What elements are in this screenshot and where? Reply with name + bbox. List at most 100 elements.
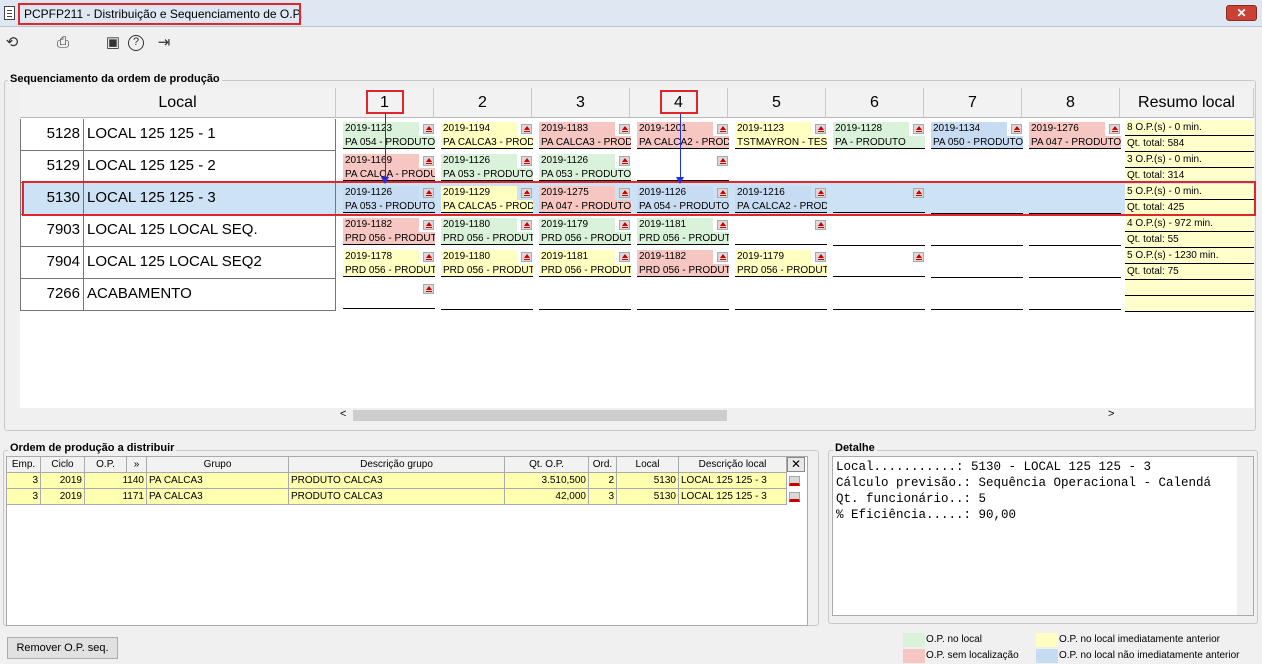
eject-icon[interactable]	[619, 124, 630, 134]
eject-icon[interactable]	[815, 124, 826, 134]
help-icon[interactable]: ?	[128, 35, 144, 51]
empty-slot[interactable]	[833, 309, 925, 310]
row-code[interactable]: 7904	[20, 247, 84, 279]
empty-slot[interactable]	[1029, 277, 1121, 278]
detail-text[interactable]: Local...........: 5130 - LOCAL 125 125 -…	[832, 456, 1254, 616]
op-cell[interactable]	[343, 280, 435, 310]
header-col-3[interactable]: 3	[532, 88, 630, 118]
grid-header[interactable]: »	[127, 457, 147, 473]
eject-icon[interactable]	[521, 220, 532, 230]
close-button[interactable]: ✕	[1226, 5, 1257, 21]
op-cell[interactable]: 2019-1180 PRD 056 - PRODUTO	[441, 248, 533, 278]
header-col-7[interactable]: 7	[924, 88, 1022, 118]
detail-vertical-scrollbar[interactable]	[1237, 457, 1253, 615]
eject-icon[interactable]	[815, 220, 826, 230]
grid-header[interactable]: Emp.	[7, 457, 41, 473]
row-name[interactable]: LOCAL 125 125 - 2	[84, 151, 336, 183]
grid-cell[interactable]: PRODUTO CALCA3	[289, 473, 505, 489]
eject-icon[interactable]	[423, 284, 434, 294]
op-cell[interactable]: 2019-1178 PRD 056 - PRODUTO	[343, 248, 435, 278]
grid-cell[interactable]: 42,000	[505, 489, 589, 505]
op-cell[interactable]: 2019-1181 PRD 056 - PRODUTO	[637, 216, 729, 246]
grid-cell[interactable]: 2019	[41, 473, 85, 489]
op-cell[interactable]: 2019-1179 PRD 056 - PRODUTO	[735, 248, 827, 278]
eject-icon[interactable]	[423, 156, 434, 166]
eject-icon[interactable]	[619, 252, 630, 262]
row-code[interactable]: 7266	[20, 279, 84, 311]
grid-header[interactable]: O.P.	[85, 457, 127, 473]
header-col-6[interactable]: 6	[826, 88, 924, 118]
horizontal-scrollbar[interactable]: < >	[336, 408, 1122, 423]
row-code[interactable]: 7903	[20, 215, 84, 247]
header-local[interactable]: Local	[20, 88, 336, 118]
exit-icon[interactable]: ⇥	[155, 34, 173, 52]
refresh-icon[interactable]: ⟲	[3, 34, 21, 52]
op-cell[interactable]: 2019-1182 PRD 056 - PRODUTO	[637, 248, 729, 278]
eject-icon[interactable]	[521, 124, 532, 134]
remove-op-button[interactable]: Remover O.P. seq.	[7, 637, 118, 659]
op-cell[interactable]: 2019-1126 PA 053 - PRODUTO	[539, 152, 631, 182]
empty-slot[interactable]	[637, 309, 729, 310]
grid-cell[interactable]: 2019	[41, 489, 85, 505]
grid-header[interactable]: Descrição local	[679, 457, 787, 473]
op-cell[interactable]	[833, 248, 925, 278]
op-cell[interactable]: 2019-1126 PA 053 - PRODUTO	[441, 152, 533, 182]
header-col-5[interactable]: 5	[728, 88, 826, 118]
grid-cell[interactable]: 5130	[617, 473, 679, 489]
eject-icon[interactable]	[913, 252, 924, 262]
row-name[interactable]: ACABAMENTO	[84, 279, 336, 311]
op-cell[interactable]: 2019-1180 PRD 056 - PRODUTO	[441, 216, 533, 246]
grid-header[interactable]: Ciclo	[41, 457, 85, 473]
row-name[interactable]: LOCAL 125 LOCAL SEQ.	[84, 215, 336, 247]
empty-slot[interactable]	[1029, 309, 1121, 310]
eject-icon[interactable]	[717, 252, 728, 262]
op-cell[interactable]: 2019-1183PA CALCA3 - PRODUTO	[539, 120, 631, 150]
header-col-2[interactable]: 2	[434, 88, 532, 118]
grid-cell[interactable]: 3.510,500	[505, 473, 589, 489]
empty-slot[interactable]	[931, 245, 1023, 246]
eject-icon[interactable]	[789, 476, 800, 486]
op-cell[interactable]: 2019-1201PA CALCA2 - PRODUTO	[637, 120, 729, 150]
empty-slot[interactable]	[441, 309, 533, 310]
row-name[interactable]: LOCAL 125 LOCAL SEQ2	[84, 247, 336, 279]
op-cell[interactable]: 2019-1179 PRD 056 - PRODUTO	[539, 216, 631, 246]
grid-cell[interactable]: 3	[7, 489, 41, 505]
eject-icon[interactable]	[717, 124, 728, 134]
clear-icon[interactable]: ✕	[787, 457, 805, 472]
row-code[interactable]: 5129	[20, 151, 84, 183]
eject-icon[interactable]	[423, 252, 434, 262]
eject-icon[interactable]	[521, 156, 532, 166]
empty-slot[interactable]	[833, 245, 925, 246]
eject-icon[interactable]	[521, 252, 532, 262]
op-cell[interactable]: 2019-1276 PA 047 - PRODUTO	[1029, 120, 1121, 150]
header-col-8[interactable]: 8	[1022, 88, 1120, 118]
grid-cell[interactable]: 3	[589, 489, 617, 505]
op-cell[interactable]	[735, 216, 827, 246]
op-cell[interactable]: 2019-1123 PA 054 - PRODUTO	[343, 120, 435, 150]
op-cell[interactable]: 2019-1128 PA - PRODUTO	[833, 120, 925, 150]
op-cell[interactable]: 2019-1134 PA 050 - PRODUTO	[931, 120, 1023, 150]
op-cell[interactable]: 2019-1182 PRD 056 - PRODUTO	[343, 216, 435, 246]
eject-icon[interactable]	[1011, 124, 1022, 134]
empty-slot[interactable]	[735, 309, 827, 310]
grid-cell[interactable]: PRODUTO CALCA3	[289, 489, 505, 505]
scroll-right-icon[interactable]: >	[1108, 408, 1114, 420]
eject-icon[interactable]	[717, 220, 728, 230]
empty-slot[interactable]	[931, 309, 1023, 310]
grid-header[interactable]: Grupo	[147, 457, 289, 473]
grid-cell[interactable]: 2	[589, 473, 617, 489]
scroll-left-icon[interactable]: <	[340, 408, 346, 420]
op-cell[interactable]: 2019-1123TSTMAYRON - TESTE	[735, 120, 827, 150]
op-cell[interactable]: 2019-1169PA CALCA - PRODUTO	[343, 152, 435, 182]
eject-icon[interactable]	[1109, 124, 1120, 134]
grid-cell[interactable]: LOCAL 125 125 - 3	[679, 489, 787, 505]
row-code[interactable]: 5128	[20, 119, 84, 151]
empty-slot[interactable]	[539, 309, 631, 310]
eject-icon[interactable]	[717, 156, 728, 166]
scroll-thumb[interactable]	[353, 410, 727, 421]
op-cell[interactable]: 2019-1194PA CALCA3 - PRODUTO	[441, 120, 533, 150]
eject-icon[interactable]	[423, 124, 434, 134]
grid-cell[interactable]: 1171	[85, 489, 147, 505]
grid-cell[interactable]: PA CALCA3	[147, 489, 289, 505]
grid-cell[interactable]: 3	[7, 473, 41, 489]
